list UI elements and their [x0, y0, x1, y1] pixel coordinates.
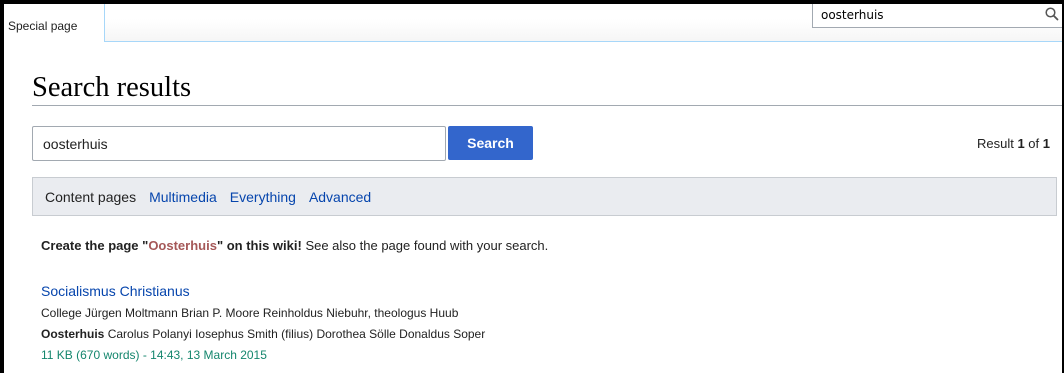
snippet-rest: Carolus Polanyi Iosephus Smith (filius) … — [104, 327, 486, 341]
result-count-from: 1 — [1017, 136, 1025, 151]
result-snippet-line-1: College Jürgen Moltmann Brian P. Moore R… — [41, 306, 459, 320]
result-count-total: 1 — [1042, 136, 1050, 151]
create-notice-prefix: Create the page " — [41, 238, 149, 253]
result-snippet-line-2: Oosterhuis Carolus Polanyi Iosephus Smit… — [41, 327, 485, 341]
profile-content-pages: Content pages — [45, 188, 137, 205]
search-button-label: Search — [467, 135, 514, 151]
result-count-prefix: Result — [976, 136, 1018, 151]
create-notice-suffix: " on this wiki! — [216, 238, 302, 253]
profile-everything[interactable]: Everything — [230, 189, 296, 205]
create-page-notice: Create the page "Oosterhuis" on this wik… — [41, 238, 548, 253]
snippet-match: Oosterhuis — [41, 327, 105, 341]
search-icon[interactable] — [1044, 6, 1060, 22]
result-count-of: of — [1024, 136, 1043, 151]
page-title: Search results — [32, 72, 192, 103]
main-search-input[interactable] — [43, 136, 433, 152]
result-meta: 11 KB (670 words) - 14:43, 13 March 2015 — [41, 348, 267, 362]
search-profile-bar: Content pages Multimedia Everything Adva… — [32, 177, 1057, 216]
profile-multimedia[interactable]: Multimedia — [149, 189, 217, 205]
main-search-box[interactable] — [32, 126, 446, 161]
title-divider — [32, 105, 1062, 106]
tab-special-page[interactable]: Special page — [4, 4, 105, 42]
result-title-link[interactable]: Socialismus Christianus — [41, 283, 190, 299]
create-notice-note: See also the page found with your search… — [301, 238, 549, 253]
page-frame: Special page Search results Search Resul… — [4, 4, 1062, 373]
create-page-link[interactable]: Oosterhuis — [148, 238, 217, 253]
tab-special-page-label: Special page — [8, 19, 78, 33]
result-count: Result 1 of 1 — [977, 136, 1050, 151]
search-button[interactable]: Search — [448, 126, 533, 160]
top-navigation-bar: Special page — [4, 4, 1062, 42]
header-search-box[interactable] — [812, 4, 1062, 28]
header-search-input[interactable] — [821, 8, 1021, 22]
create-notice-bold: Create the page "Oosterhuis" on this wik… — [41, 238, 302, 253]
profile-advanced[interactable]: Advanced — [309, 189, 371, 205]
